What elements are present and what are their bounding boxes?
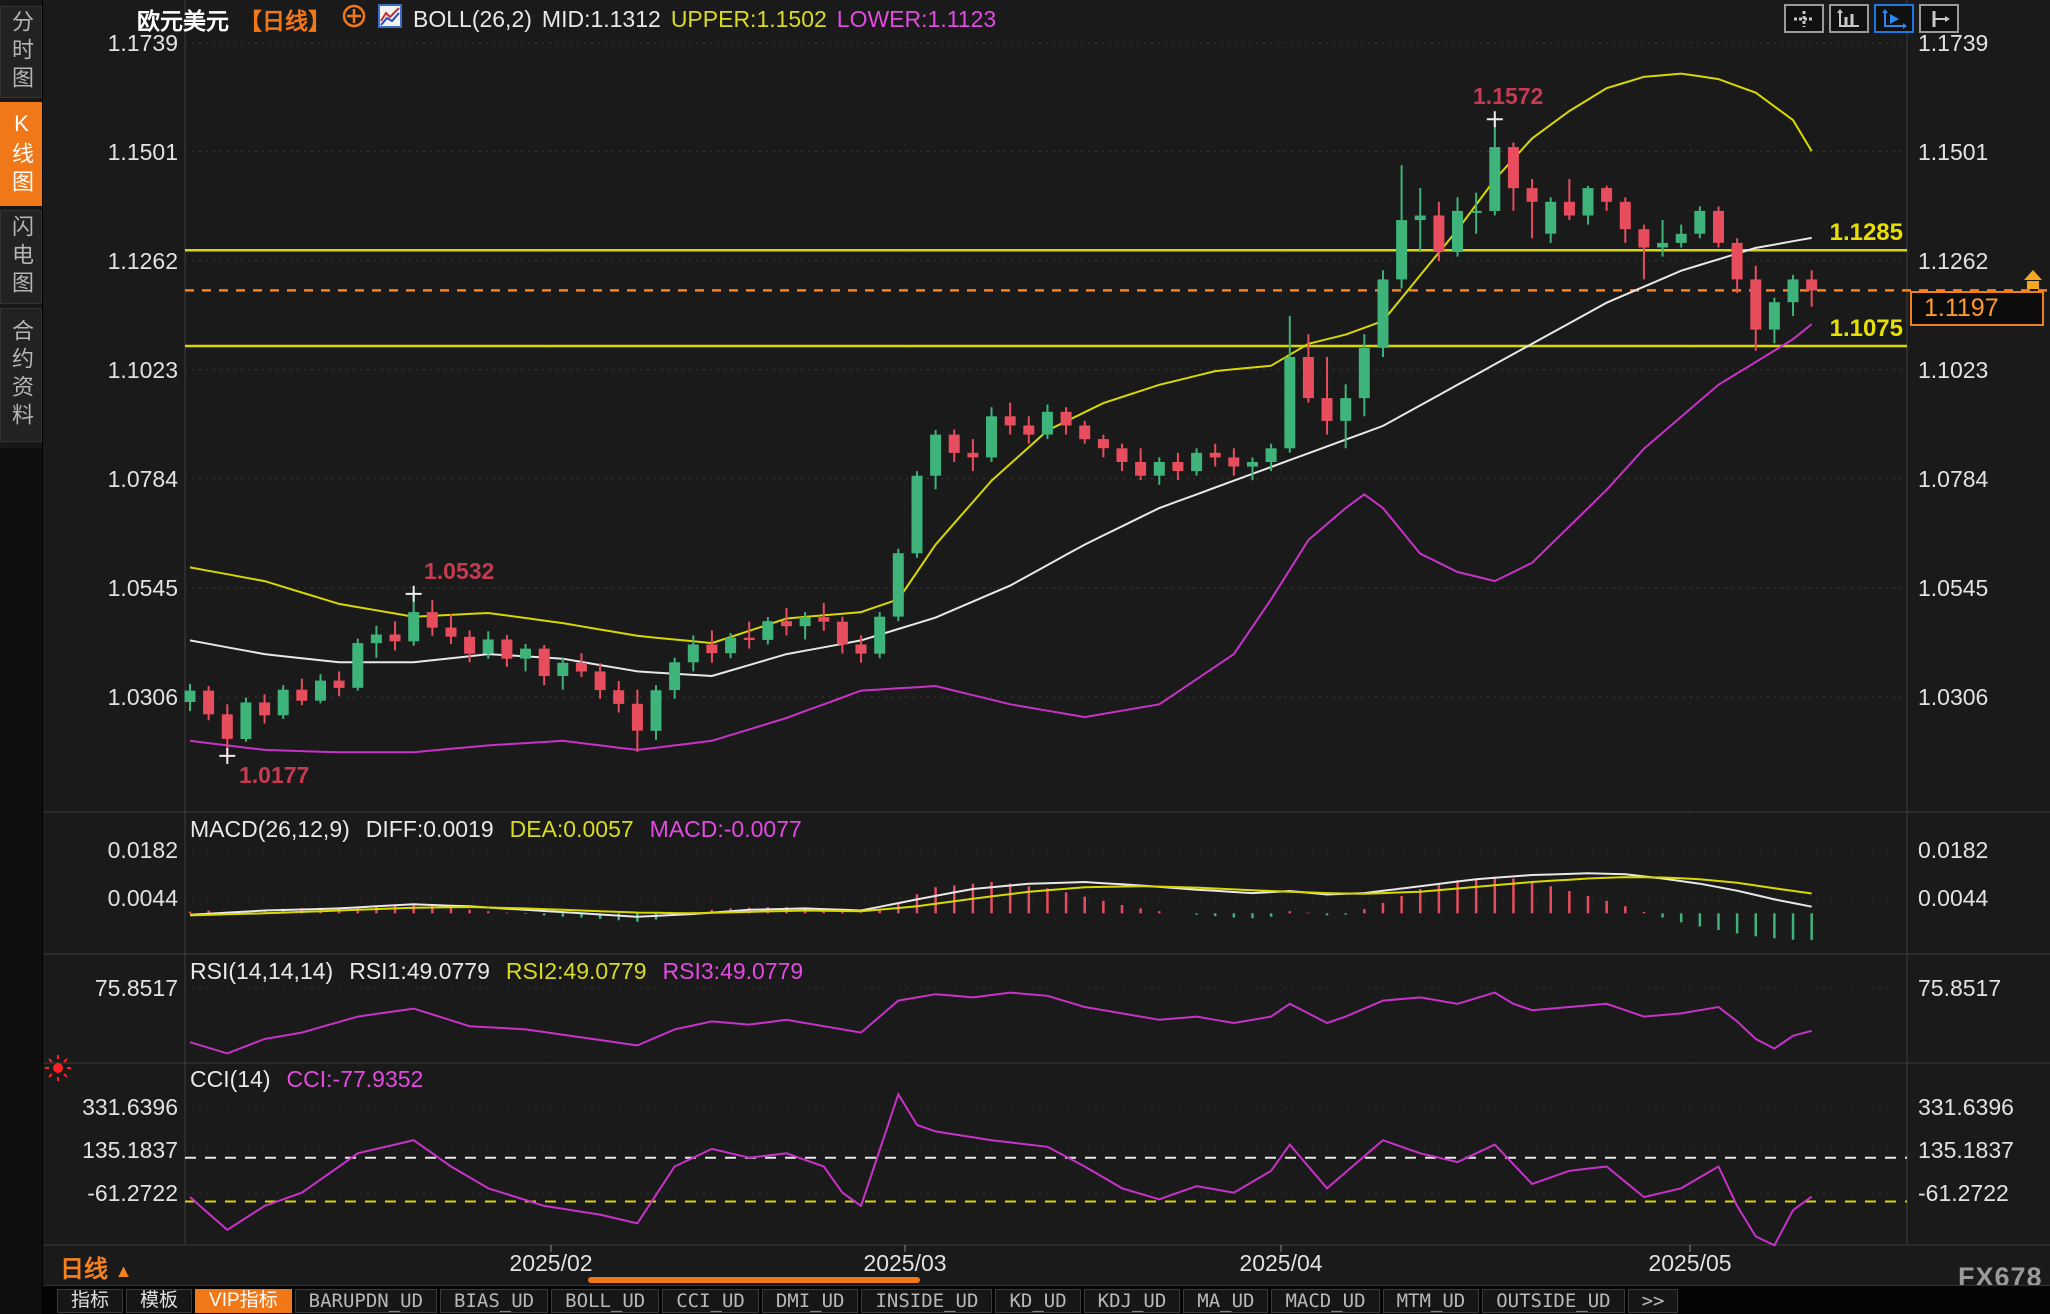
tab-kdj_ud[interactable]: KDJ_UD xyxy=(1084,1289,1181,1313)
rsi3-value: RSI3:49.0779 xyxy=(663,958,804,985)
boll-upper-value: UPPER:1.1502 xyxy=(671,6,827,33)
tab-inside_ud[interactable]: INSIDE_UD xyxy=(861,1289,992,1313)
macd-indicator-label: MACD(26,12,9) xyxy=(190,816,350,843)
extreme-cross-marker xyxy=(1487,111,1503,127)
circle-plus-icon[interactable] xyxy=(341,3,367,35)
pan-crosshair-button[interactable] xyxy=(1784,4,1824,33)
price-up-arrow-icon xyxy=(2016,270,2050,292)
chart-toolbar xyxy=(1784,4,1959,33)
price-extreme-annotation: 1.1572 xyxy=(1473,83,1543,110)
tab-boll_ud[interactable]: BOLL_UD xyxy=(551,1289,659,1313)
tab-bias_ud[interactable]: BIAS_UD xyxy=(440,1289,548,1313)
tab--[interactable]: >> xyxy=(1628,1289,1679,1313)
tab-cci_ud[interactable]: CCI_UD xyxy=(662,1289,759,1313)
boll-mid-value: MID:1.1312 xyxy=(542,6,661,33)
symbol-name: 欧元美元 xyxy=(137,2,229,36)
resistance-level-label: 1.1285 xyxy=(1745,219,1903,247)
macd-diff-value: DIFF:0.0019 xyxy=(366,816,494,843)
tab-dmi_ud[interactable]: DMI_UD xyxy=(762,1289,859,1313)
rsi2-value: RSI2:49.0779 xyxy=(506,958,647,985)
extreme-cross-marker xyxy=(406,586,422,602)
alarm-dot-icon[interactable] xyxy=(44,1054,72,1082)
tab-mtm_ud[interactable]: MTM_UD xyxy=(1383,1289,1480,1313)
axis-pointer-button[interactable] xyxy=(1919,4,1959,33)
rsi-indicator-label: RSI(14,14,14) xyxy=(190,958,333,985)
macd-dea-value: DEA:0.0057 xyxy=(510,816,634,843)
price-extreme-annotation: 1.0532 xyxy=(424,558,494,585)
tab-ma_ud[interactable]: MA_UD xyxy=(1183,1289,1268,1313)
cci-pane-header: CCI(14) CCI:-77.9352 xyxy=(190,1066,423,1093)
tab--[interactable]: 指标 xyxy=(57,1289,123,1313)
tab-barupdn_ud[interactable]: BARUPDN_UD xyxy=(295,1289,437,1313)
extreme-cross-marker xyxy=(219,748,235,764)
tab-outside_ud[interactable]: OUTSIDE_UD xyxy=(1482,1289,1624,1313)
candlestick-chart-canvas[interactable] xyxy=(0,0,2050,1314)
boll-indicator-label: BOLL(26,2) xyxy=(413,6,532,33)
macd-macd-value: MACD:-0.0077 xyxy=(650,816,802,843)
cci-indicator-label: CCI(14) xyxy=(190,1066,271,1093)
tab--[interactable]: 模板 xyxy=(126,1289,192,1313)
tab-macd_ud[interactable]: MACD_UD xyxy=(1271,1289,1379,1313)
boll-lower-value: LOWER:1.1123 xyxy=(837,6,996,33)
rsi-line xyxy=(190,993,1812,1054)
period-dropdown[interactable]: 日线 ▲ xyxy=(60,1249,133,1284)
last-price-box: 1.1197 xyxy=(1910,291,2044,326)
bar-chart-axis-button[interactable] xyxy=(1829,4,1869,33)
price-extreme-annotation: 1.0177 xyxy=(239,762,309,789)
chart-header: 欧元美元 【日线】 BOLL(26,2) MID:1.1312 UPPER:1.… xyxy=(137,4,996,34)
indicator-tab-bar: 指标模板VIP指标BARUPDN_UDBIAS_UDBOLL_UDCCI_UDD… xyxy=(43,1285,2050,1314)
play-axis-button[interactable] xyxy=(1874,4,1914,33)
rsi-pane-header: RSI(14,14,14) RSI1:49.0779 RSI2:49.0779 … xyxy=(190,958,803,985)
cci-value: CCI:-77.9352 xyxy=(287,1066,424,1093)
boll-lower-line xyxy=(190,324,1812,752)
cci-line xyxy=(190,1094,1812,1245)
mini-chart-icon[interactable] xyxy=(377,3,403,35)
rsi1-value: RSI1:49.0779 xyxy=(349,958,490,985)
support-level-label: 1.1075 xyxy=(1745,315,1903,343)
tab-kd_ud[interactable]: KD_UD xyxy=(995,1289,1080,1313)
triangle-up-icon: ▲ xyxy=(115,1261,133,1281)
horizontal-scrollbar-thumb[interactable] xyxy=(588,1277,920,1283)
macd-pane-header: MACD(26,12,9) DIFF:0.0019 DEA:0.0057 MAC… xyxy=(190,816,802,843)
chart-application: 分时图 K线图 闪电图 合约资料 欧元美元 【日线】 BOLL(26,2) MI… xyxy=(0,0,2050,1314)
period-tag: 【日线】 xyxy=(239,2,331,36)
tab-vip-[interactable]: VIP指标 xyxy=(195,1289,292,1313)
